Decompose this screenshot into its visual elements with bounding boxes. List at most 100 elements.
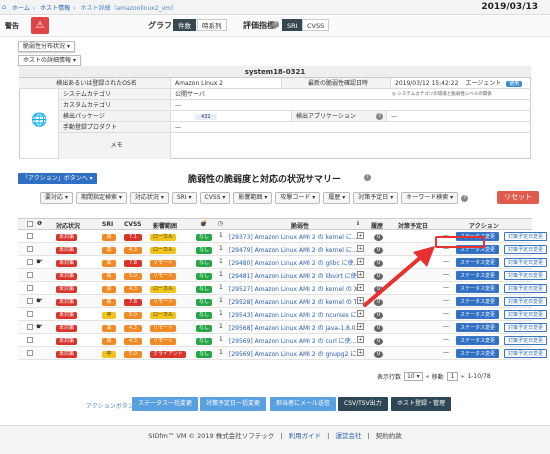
row-checkbox[interactable] [27, 324, 33, 330]
vulnerability-link[interactable]: [29569] Amazon Linux AMI 2 の gnupg2 に... [229, 349, 362, 358]
vulnerability-link[interactable]: [29480] Amazon Linux AMI 2 の glibc に使... [229, 258, 359, 267]
filter-button[interactable]: キーワード検索 ▾ [401, 192, 459, 204]
plan-date-change-button[interactable]: 対策予定日変更 [504, 297, 548, 306]
plan-date-change-button[interactable]: 対策予定日変更 [504, 245, 548, 254]
status-change-button[interactable]: ステータス変更 [456, 310, 500, 319]
host-manage-button[interactable]: ホスト登録・管理 [391, 397, 452, 411]
breadcrumb-host-info[interactable]: ホスト情報 [40, 5, 70, 12]
plan-date-change-button[interactable]: 対策予定日変更 [504, 310, 548, 319]
prev-page-icon[interactable]: ◂ [426, 373, 429, 380]
filter-button[interactable]: 対応状況 ▾ [129, 192, 169, 204]
help-icon[interactable]: ? [364, 174, 371, 181]
row-checkbox[interactable] [27, 350, 33, 356]
page-input[interactable]: 1 [446, 372, 459, 381]
memo-value[interactable] [171, 133, 531, 159]
filter-button[interactable]: 履歴 ▾ [323, 192, 351, 204]
csv-export-button[interactable]: CSV/TSV出力 [338, 397, 388, 411]
vulnerability-link[interactable]: [29373] Amazon Linux AMI 2 の kernel に... [229, 232, 358, 241]
cvss-badge: 4.3 [124, 325, 142, 332]
plan-date-change-button[interactable]: 対策予定日変更 [504, 284, 548, 293]
col-cvss[interactable]: CVSS [124, 221, 141, 228]
expand-icon[interactable]: + [357, 323, 364, 330]
row-checkbox[interactable] [27, 337, 33, 343]
plan-date-change-button[interactable]: 対策予定日変更 [504, 336, 548, 345]
status-change-button[interactable]: ステータス変更 [456, 271, 500, 280]
row-checkbox[interactable] [27, 272, 33, 278]
history-count[interactable]: 0 [374, 351, 384, 358]
help-icon[interactable]: ? [461, 195, 469, 202]
plan-date-change-button[interactable]: 対策予定日変更 [504, 258, 548, 267]
plan-date-change-button[interactable]: 対策予定日変更 [504, 271, 548, 280]
vulnerability-link[interactable]: [29543] Amazon Linux AMI 2 の ncurses に..… [229, 310, 362, 319]
status-change-button[interactable]: ステータス変更 [456, 297, 500, 306]
action-jump-dropdown[interactable]: 「アクション」ボタンへ ▾ [18, 173, 97, 184]
status-change-button[interactable]: ステータス変更 [456, 323, 500, 332]
vulnerability-link[interactable]: [29569] Amazon Linux AMI 2 の curl に使... [229, 336, 356, 345]
breadcrumb-home[interactable]: ホーム [12, 5, 30, 12]
status-change-button[interactable]: ステータス変更 [456, 284, 500, 293]
vulnerability-link[interactable]: [29479] Amazon Linux AMI 2 の kernel に... [229, 245, 358, 254]
graph-timeseries-toggle[interactable]: 時系列 [197, 19, 227, 31]
status-change-button[interactable]: ステータス変更 [456, 258, 500, 267]
expand-icon[interactable]: + [357, 349, 364, 356]
col-history[interactable]: 履歴 [371, 221, 383, 230]
home-icon[interactable]: ⌂ [2, 3, 10, 11]
vulnerability-link[interactable]: [29568] Amazon Linux AMI 2 の java-1.8.0.… [229, 323, 361, 332]
rows-select[interactable]: 10 ▾ [404, 372, 423, 381]
bulk-status-button[interactable]: ステータス一括変更 [132, 397, 199, 411]
next-page-icon[interactable]: ▸ [461, 373, 464, 380]
vulnerability-link[interactable]: [29528] Amazon Linux AMI 2 の kernel の T.… [229, 297, 362, 306]
filter-button[interactable]: CVSS ▾ [199, 192, 231, 204]
row-checkbox[interactable] [27, 298, 33, 304]
cvss-badge: 4.3 [124, 247, 142, 254]
eval-sri-toggle[interactable]: SRI [282, 19, 303, 31]
help-icon[interactable]: ? [376, 113, 383, 120]
mail-button[interactable]: 担当者にメール送信 [270, 397, 337, 411]
row-checkbox[interactable] [27, 285, 33, 291]
package-count[interactable]: 432 [195, 114, 217, 120]
system-category-note[interactable]: ◎ システムカテゴリの環境と脆弱性レベルの関係 [392, 91, 492, 97]
expand-icon[interactable]: + [357, 336, 364, 343]
terms-link[interactable]: 契約約款 [376, 432, 402, 440]
history-count[interactable]: 0 [374, 338, 384, 345]
vulnerability-link[interactable]: [29527] Amazon Linux AMI 2 の kernel の X.… [229, 284, 364, 293]
warning-icon[interactable]: ⚠ [31, 17, 49, 34]
filter-button[interactable]: 期間指定検索 ▾ [75, 192, 127, 204]
vulnerability-link[interactable]: [29481] Amazon Linux AMI 2 の libvirt に使.… [229, 271, 362, 280]
help-icon[interactable]: ? [272, 21, 279, 28]
filter-button[interactable]: 要対応 ▾ [40, 192, 73, 204]
plan-date-change-button[interactable]: 対策予定日変更 [504, 349, 548, 358]
filter-button[interactable]: 影響範囲 ▾ [233, 192, 273, 204]
exploit-badge: なし [196, 299, 213, 306]
graph-count-toggle[interactable]: 件数 [173, 19, 196, 31]
scope-badge: ローカル [150, 234, 177, 241]
row-checkbox[interactable] [27, 246, 33, 252]
eval-cvss-toggle[interactable]: CVSS [302, 19, 330, 31]
row-checkbox[interactable] [27, 233, 33, 239]
col-plan-date[interactable]: 対策予定日 [398, 221, 428, 230]
host-detail-dropdown[interactable]: ホストの詳細情報 ▾ [18, 55, 81, 66]
plan-date-change-button[interactable]: 対策予定日変更 [504, 232, 548, 241]
history-count[interactable]: 0 [374, 325, 384, 332]
company-link[interactable]: 運営会社 [335, 432, 361, 440]
filter-button[interactable]: 対策予定日 ▾ [353, 192, 399, 204]
expand-icon[interactable]: + [357, 232, 364, 239]
col-sri[interactable]: SRI [102, 221, 113, 228]
bulk-plan-button[interactable]: 対策予定日一括変更 [200, 397, 267, 411]
history-count[interactable]: 0 [374, 312, 384, 319]
guide-link[interactable]: 利用ガイド [289, 432, 322, 440]
col-scope[interactable]: 影響範囲 [153, 221, 177, 230]
select-all-checkbox[interactable] [27, 221, 33, 227]
row-checkbox[interactable] [27, 311, 33, 317]
col-status[interactable]: 対応状況 [56, 221, 80, 230]
plan-date-change-button[interactable]: 対策予定日変更 [504, 323, 548, 332]
status-change-button[interactable]: ステータス変更 [456, 349, 500, 358]
history-count[interactable]: 0 [374, 234, 384, 241]
row-checkbox[interactable] [27, 259, 33, 265]
status-change-button[interactable]: ステータス変更 [456, 336, 500, 345]
col-vulnerability[interactable]: 脆弱性 [291, 221, 309, 230]
distribution-dropdown[interactable]: 脆弱性分布状況 ▾ [18, 41, 75, 52]
filter-button[interactable]: 攻撃コード ▾ [275, 192, 321, 204]
reset-button[interactable]: リセット [497, 191, 539, 204]
filter-button[interactable]: SRI ▾ [171, 192, 197, 204]
